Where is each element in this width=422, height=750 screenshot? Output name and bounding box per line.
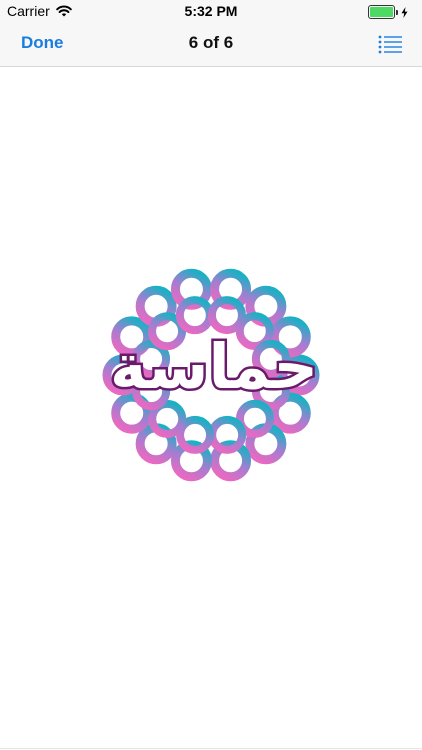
photo-viewer-content[interactable]: حماسة (0, 67, 422, 749)
battery-fill (370, 7, 393, 17)
list-icon[interactable] (378, 34, 402, 54)
logo-text: حماسة (110, 330, 318, 403)
battery-indicator (368, 5, 408, 19)
battery-nub (396, 9, 398, 15)
page-counter-title: 6 of 6 (188, 33, 234, 52)
charging-bolt-icon (401, 6, 408, 18)
status-bar: Carrier 5:32 PM (0, 0, 422, 24)
status-time: 5:32 PM (184, 3, 238, 19)
logo-image: حماسة (102, 268, 321, 482)
hamasa-logo: حماسة (96, 260, 326, 490)
navigation-bar: Done 6 of 6 (0, 24, 422, 67)
battery-icon (368, 5, 395, 19)
bottom-divider (0, 748, 422, 749)
